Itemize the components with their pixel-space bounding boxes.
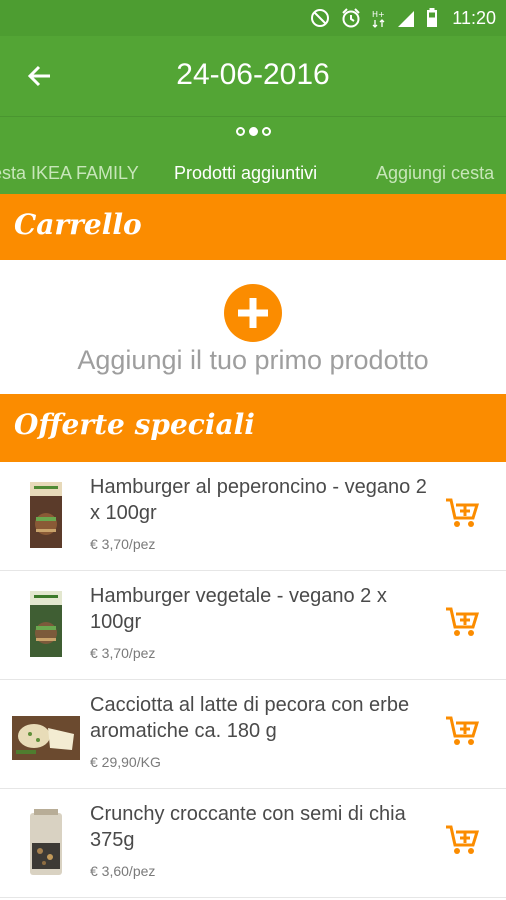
page-dot-active xyxy=(248,127,258,136)
add-to-cart-icon[interactable] xyxy=(444,605,480,639)
list-item[interactable]: Hamburger al peperoncino - vegano 2 x 10… xyxy=(0,462,506,571)
product-price: € 3,60/pez xyxy=(90,863,156,879)
product-image xyxy=(30,809,62,875)
offers-header: Offerte speciali xyxy=(0,394,506,462)
cell-signal-icon xyxy=(398,11,415,27)
offers-title: Offerte speciali xyxy=(14,408,255,441)
product-name: Hamburger vegetale - vegano 2 x 100gr xyxy=(90,585,387,633)
status-icons: H+ 11:20 xyxy=(310,7,496,29)
product-price: € 29,90/KG xyxy=(90,754,161,770)
add-first-product-text[interactable]: Aggiungi il tuo primo prodotto xyxy=(0,345,506,376)
status-bar: H+ 11:20 xyxy=(0,0,506,36)
page-dot xyxy=(235,127,245,136)
tab-prodotti-aggiuntivi[interactable]: Prodotti aggiuntivi xyxy=(174,163,317,184)
page-dot xyxy=(261,127,271,136)
pager-tabs: esta IKEA FAMILY Prodotti aggiuntivi Agg… xyxy=(0,116,506,195)
do-not-disturb-icon xyxy=(311,9,330,27)
product-image xyxy=(30,482,62,548)
product-image xyxy=(30,591,62,657)
list-item[interactable]: Hamburger vegetale - vegano 2 x 100gr € … xyxy=(0,571,506,680)
add-to-cart-icon[interactable] xyxy=(444,823,480,857)
battery-icon xyxy=(427,8,438,27)
cart-empty-state: Aggiungi il tuo primo prodotto xyxy=(0,260,506,394)
add-to-cart-icon[interactable] xyxy=(444,714,480,748)
hplus-signal-icon: H+ xyxy=(372,10,385,28)
add-to-cart-icon[interactable] xyxy=(444,496,480,530)
page-title: 24-06-2016 xyxy=(176,58,330,91)
product-name: Hamburger al peperoncino - vegano 2 x 10… xyxy=(90,476,427,524)
list-item[interactable]: Cacciotta al latte di pecora con erbe ar… xyxy=(0,680,506,789)
cart-header: Carrello xyxy=(0,194,506,262)
alarm-icon xyxy=(342,8,360,28)
product-price: € 3,70/pez xyxy=(90,645,156,661)
page-indicator xyxy=(0,127,506,136)
product-image xyxy=(12,716,80,760)
product-name: Cacciotta al latte di pecora con erbe ar… xyxy=(90,694,410,742)
product-price: € 3,70/pez xyxy=(90,536,156,552)
status-time: 11:20 xyxy=(452,7,496,28)
cart-title: Carrello xyxy=(14,208,142,241)
tab-ikea-family[interactable]: esta IKEA FAMILY xyxy=(0,163,139,184)
add-circle-icon[interactable] xyxy=(224,284,282,342)
app-bar: 24-06-2016 xyxy=(0,36,506,116)
tab-aggiungi-cesta[interactable]: Aggiungi cesta xyxy=(376,163,494,184)
list-item[interactable]: Crunchy croccante con semi di chia 375g … xyxy=(0,789,506,898)
product-name: Crunchy croccante con semi di chia 375g xyxy=(90,803,406,851)
svg-text:H+: H+ xyxy=(372,10,385,19)
